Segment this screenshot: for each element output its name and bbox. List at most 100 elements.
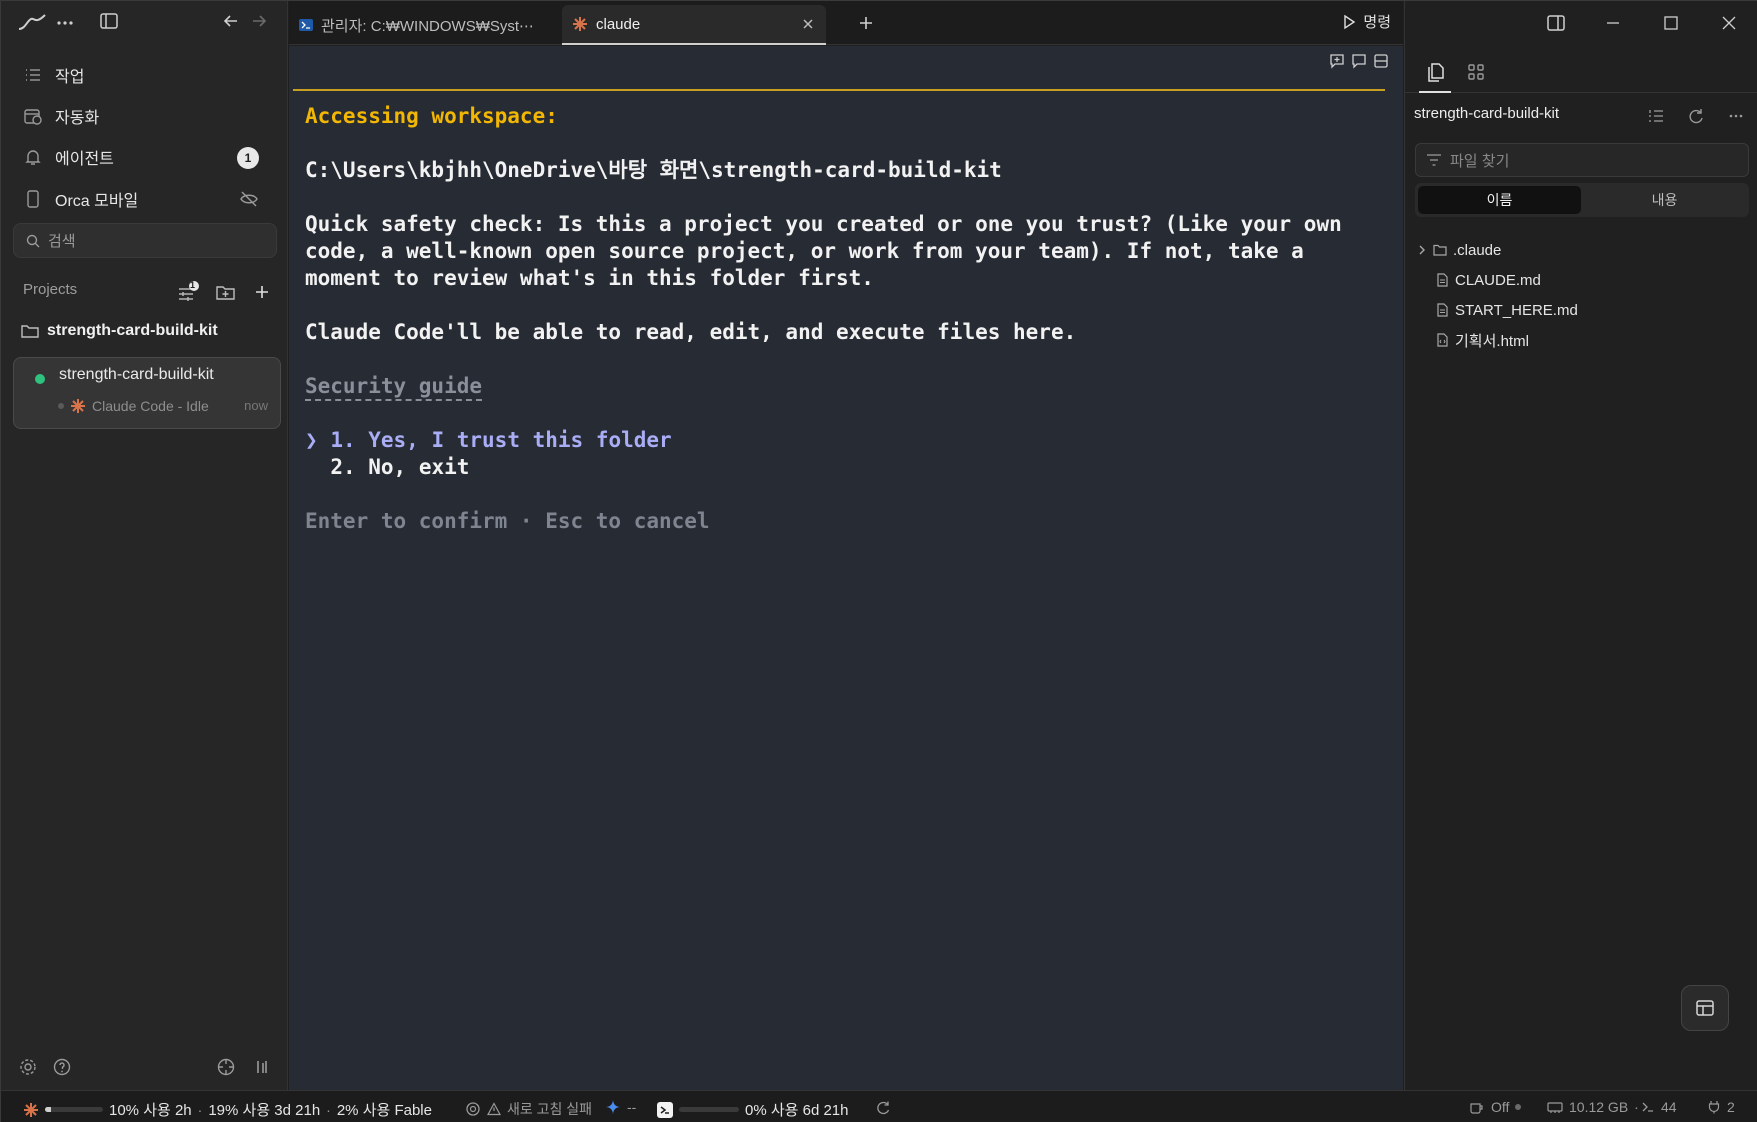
plus-icon[interactable]: [251, 281, 273, 303]
forward-arrow-icon[interactable]: [249, 11, 273, 35]
memory-chip-icon: [1547, 1100, 1563, 1114]
layout-toggle-button[interactable]: [1681, 985, 1729, 1031]
app-window: 작업 자동화 에이전트 1 Orca 모바일 검색 Projects 1 str…: [0, 0, 1757, 1122]
file-icon: [1435, 273, 1449, 287]
help-icon[interactable]: [52, 1057, 72, 1077]
nav-item-automation[interactable]: 자동화: [13, 98, 277, 134]
command-button[interactable]: 명령: [1341, 11, 1391, 32]
sidebar-toggle-icon[interactable]: [99, 11, 123, 35]
nav-item-agents[interactable]: 에이전트 1: [13, 139, 277, 175]
crosshair-icon[interactable]: [216, 1057, 236, 1077]
projects-header: Projects 1: [23, 280, 279, 305]
files-copy-icon[interactable]: [1425, 61, 1447, 83]
minimize-icon[interactable]: [1603, 13, 1623, 33]
search-icon: [26, 234, 40, 248]
usage-session[interactable]: 10% 사용 2h · 19% 사용 3d 21h · 2% 사용 Fable: [23, 1099, 432, 1120]
memory-value: 10.12 GB: [1569, 1099, 1629, 1115]
settings-gear-icon[interactable]: [18, 1057, 38, 1077]
nav-item-label: 자동화: [55, 110, 100, 127]
powershell-icon: [299, 18, 313, 32]
segment-name[interactable]: 이름: [1418, 186, 1581, 214]
nav-item-label: Orca 모바일: [55, 193, 139, 210]
tree-file-plan-html[interactable]: 기획서.html: [1435, 329, 1529, 351]
close-window-icon[interactable]: [1719, 13, 1739, 33]
tree-item-label: START_HERE.md: [1455, 301, 1578, 319]
more-horizontal-icon[interactable]: [1727, 107, 1745, 125]
panel-layout-icon[interactable]: [1546, 13, 1566, 33]
workspace-heading: Accessing workspace:: [305, 104, 558, 128]
refresh-failed-text: 새로 고침 실패: [507, 1101, 593, 1117]
session-title: strength-card-build-kit: [59, 366, 214, 383]
new-tab-plus-icon[interactable]: [857, 14, 875, 32]
plug-icon: [1707, 1100, 1721, 1114]
filter-sliders-icon[interactable]: 1: [177, 280, 199, 303]
sidebar-search-input[interactable]: 검색: [13, 223, 277, 258]
file-search-input[interactable]: 파일 찾기: [1415, 143, 1749, 177]
sidebar: 작업 자동화 에이전트 1 Orca 모바일 검색 Projects 1 str…: [1, 1, 288, 1090]
eye-off-icon[interactable]: [239, 189, 259, 209]
layout-panel-icon: [1695, 998, 1715, 1018]
filter-badge: 1: [190, 280, 196, 290]
grid-icon[interactable]: [1465, 61, 1487, 83]
terminals-status[interactable]: 44: [1641, 1099, 1677, 1115]
claude-icon: [70, 398, 86, 414]
more-horizontal-icon[interactable]: [57, 11, 81, 35]
file-explorer-panel: strength-card-build-kit 파일 찾기 이름 내용 .cla…: [1404, 1, 1757, 1090]
tree-file-claude-md[interactable]: CLAUDE.md: [1435, 269, 1541, 291]
option-trust[interactable]: ❯ 1. Yes, I trust this folder: [305, 427, 1395, 454]
gemini-value: --: [627, 1099, 637, 1115]
split-pane-icon[interactable]: [1373, 53, 1389, 69]
folder-add-icon[interactable]: [215, 281, 237, 303]
folder-icon: [21, 323, 39, 339]
bars-icon[interactable]: [252, 1057, 272, 1077]
usage-weekly[interactable]: 0% 사용 6d 21h: [657, 1099, 849, 1120]
security-guide-link[interactable]: Security guide: [305, 374, 482, 398]
tree-file-start-here[interactable]: START_HERE.md: [1435, 299, 1578, 321]
terminal-pane[interactable]: Accessing workspace: C:\Users\kbjhh\OneD…: [289, 46, 1403, 1090]
session-status-dot: [35, 374, 45, 384]
search-placeholder: 검색: [48, 233, 76, 250]
close-tab-icon[interactable]: [800, 16, 816, 32]
explorer-title: strength-card-build-kit: [1414, 105, 1560, 122]
usage-label-3: 2% 사용 Fable: [336, 1102, 432, 1119]
terminals-count: 44: [1661, 1099, 1677, 1115]
ports-status[interactable]: 2: [1707, 1099, 1735, 1115]
session-card[interactable]: strength-card-build-kit Claude Code - Id…: [13, 357, 281, 429]
nav-item-tasks[interactable]: 작업: [13, 57, 277, 93]
coffee-icon: [1469, 1099, 1485, 1115]
project-folder[interactable]: strength-card-build-kit: [21, 319, 218, 343]
gemini-status[interactable]: --: [605, 1099, 636, 1115]
chevron-right-icon: [1417, 244, 1427, 256]
nav-item-label: 작업: [55, 69, 85, 86]
tab-claude[interactable]: claude: [562, 5, 826, 45]
list-icon: [23, 65, 43, 85]
list-ordered-icon[interactable]: [1647, 107, 1665, 125]
add-comment-icon[interactable]: [1329, 53, 1345, 69]
usage-label-1: 10% 사용 2h: [109, 1102, 192, 1119]
tree-folder-claude[interactable]: .claude: [1417, 239, 1501, 261]
gemini-icon: [605, 1099, 621, 1115]
file-search-placeholder: 파일 찾기: [1450, 152, 1510, 170]
refresh-icon[interactable]: [875, 1100, 891, 1116]
project-name: strength-card-build-kit: [47, 322, 218, 339]
tab-label: 관리자: C:₩WINDOWS₩Syst⋯: [321, 17, 535, 35]
tree-item-label: CLAUDE.md: [1455, 271, 1541, 289]
projects-label: Projects: [23, 281, 78, 298]
comment-icon[interactable]: [1351, 53, 1367, 69]
tab-powershell[interactable]: 관리자: C:₩WINDOWS₩Syst⋯: [289, 5, 561, 45]
refresh-status[interactable]: 새로 고침 실패: [465, 1099, 592, 1119]
tab-label: claude: [596, 15, 641, 33]
power-dot: [1515, 1104, 1522, 1110]
maximize-icon[interactable]: [1661, 13, 1681, 33]
back-arrow-icon[interactable]: [221, 11, 245, 35]
segment-content[interactable]: 내용: [1583, 186, 1746, 214]
memory-status[interactable]: 10.12 GB ·: [1547, 1099, 1639, 1115]
prompt-icon: [1641, 1100, 1655, 1114]
terminal-tools: [1329, 53, 1389, 69]
refresh-icon[interactable]: [1687, 107, 1705, 125]
filter-icon: [1426, 153, 1442, 167]
bell-icon: [23, 147, 43, 167]
option-exit[interactable]: 2. No, exit: [305, 454, 1395, 481]
nav-item-orca-mobile[interactable]: Orca 모바일: [13, 181, 277, 217]
power-status[interactable]: Off: [1469, 1099, 1522, 1115]
